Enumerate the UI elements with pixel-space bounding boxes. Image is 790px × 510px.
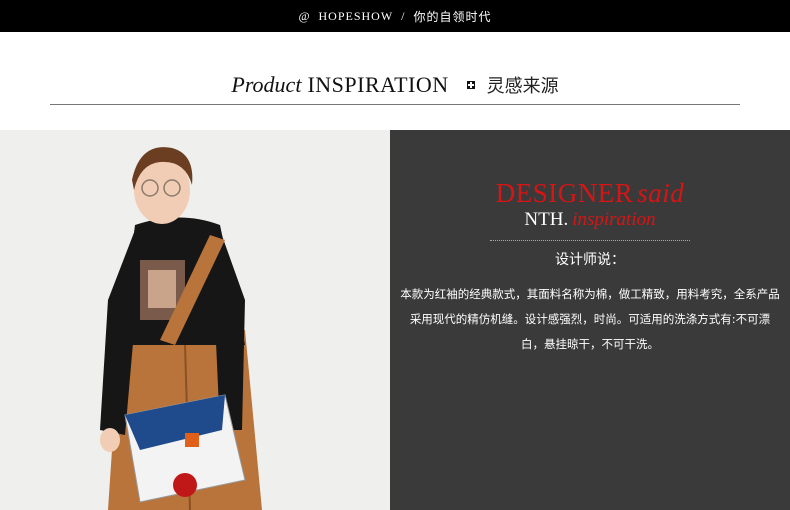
model-photo <box>0 130 390 510</box>
inspiration-word: inspiration <box>572 209 656 230</box>
product-description: 本款为红袖的经典款式，其面料名称为棉，做工精致，用料考究，全系产品 采用现代的精… <box>390 282 790 357</box>
said-word: said <box>637 178 685 208</box>
nth-word: NTH. <box>524 209 569 230</box>
separator: / <box>401 8 406 23</box>
brand-slogan: 你的自领时代 <box>413 9 492 24</box>
designer-says-label: 设计师说： <box>555 252 625 268</box>
top-banner: @ HOPESHOW / 你的自领时代 <box>0 0 790 32</box>
title-divider <box>50 104 740 105</box>
dotted-divider <box>490 240 690 241</box>
description-line: 本款为红袖的经典款式，其面料名称为棉，做工精致，用料考究，全系产品 <box>400 287 780 301</box>
section-title-caps: INSPIRATION <box>307 72 449 97</box>
plus-square-icon <box>466 81 475 89</box>
nth-heading: NTH. inspiration <box>390 209 790 231</box>
section-title: Product INSPIRATION 灵感来源 <box>0 68 790 102</box>
at-symbol: @ <box>298 8 311 23</box>
designer-word: DESIGNER <box>495 178 634 208</box>
designer-panel: DESIGNER said NTH. inspiration 设计师说： 本款为红袖… <box>390 130 790 510</box>
model-illustration <box>0 130 390 510</box>
section-title-cn: 灵感来源 <box>486 76 559 97</box>
description-line: 白，悬挂晾干，不可干洗。 <box>521 337 659 351</box>
brand-name[interactable]: HOPESHOW <box>319 9 394 24</box>
description-line: 采用现代的精仿机缝。设计感强烈，时尚。可适用的洗涤方式有:不可漂 <box>409 312 771 326</box>
section-title-italic: Product <box>231 72 302 97</box>
designer-heading: DESIGNER said <box>390 178 790 209</box>
